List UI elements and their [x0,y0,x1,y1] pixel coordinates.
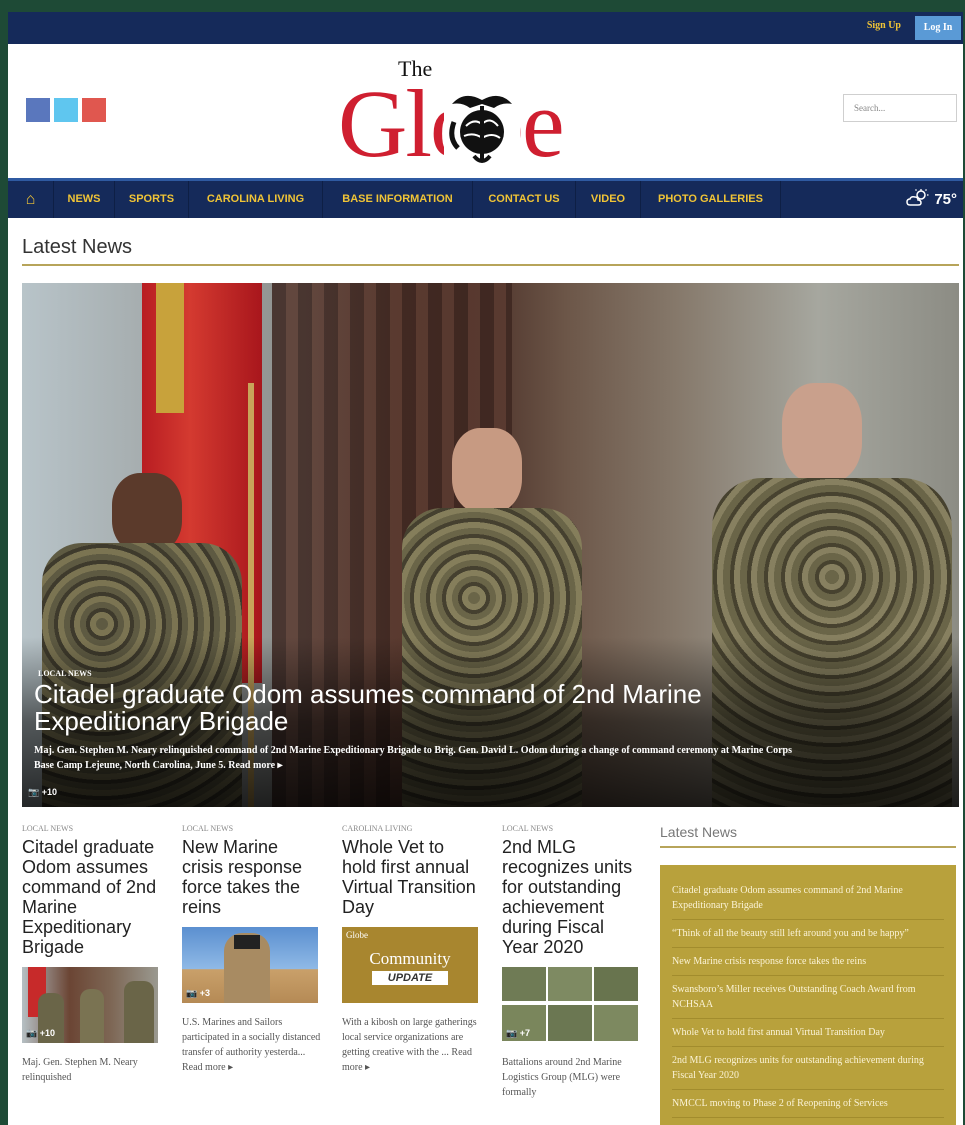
site-header: The Globe Search... [8,44,963,178]
community-update-logo: Globe [346,930,368,940]
nav-item-contact-us[interactable]: CONTACT US [473,181,576,218]
nav-item-video[interactable]: VIDEO [576,181,641,218]
article-headline[interactable]: New Marine crisis response force takes t… [182,837,322,917]
community-update-line1: Community [369,949,451,968]
home-icon[interactable]: ⌂ [8,181,54,218]
nav-item-news[interactable]: NEWS [54,181,115,218]
main-nav: ⌂ NEWS SPORTS CAROLINA LIVING BASE INFOR… [8,178,963,218]
article-photo-count-value: +7 [519,1028,530,1038]
sidebar-news-link[interactable]: New Marine crisis response force takes t… [672,948,944,976]
sidebar-news-link[interactable]: “Think of all the beauty still left arou… [672,920,944,948]
article-photo-count: 📷 +10 [26,1028,55,1039]
article-photo-count: 📷 +7 [506,1028,530,1039]
sidebar-title: Latest News [660,824,738,840]
log-in-button[interactable]: Log In [915,16,961,40]
hero-summary: Maj. Gen. Stephen M. Neary relinquished … [34,745,792,771]
camera-icon: 📷 [26,1028,38,1038]
sidebar-news-link[interactable]: Swansboro’s Miller receives Outstanding … [672,976,944,1019]
sign-up-link[interactable]: Sign Up [867,20,901,31]
article-headline[interactable]: Citadel graduate Odom assumes command of… [22,837,162,957]
camera-icon: 📷 [28,787,40,797]
article-photo-count: 📷 +3 [186,988,210,999]
article-excerpt: With a kibosh on large gatherings local … [342,1017,477,1073]
article-card: LOCAL NEWS New Marine crisis response fo… [182,824,322,1075]
article-card: CAROLINA LIVING Whole Vet to hold first … [342,824,482,1075]
section-divider [22,264,959,266]
nav-item-carolina-living[interactable]: CAROLINA LIVING [189,181,323,218]
article-category-tag[interactable]: LOCAL NEWS [22,824,162,833]
hero-photo-count-value: +10 [41,787,58,797]
section-title: Latest News [22,236,133,258]
hero-category-tag[interactable]: LOCAL NEWS [38,669,92,678]
weather-widget: 75° [906,181,957,218]
article-headline[interactable]: Whole Vet to hold first annual Virtual T… [342,837,482,917]
sidebar-latest-news-list: Citadel graduate Odom assumes command of… [660,865,956,1125]
nav-item-photo-galleries[interactable]: PHOTO GALLERIES [641,181,781,218]
facebook-icon[interactable] [26,98,50,122]
article-card: LOCAL NEWS 2nd MLG recognizes units for … [502,824,642,1100]
article-headline[interactable]: 2nd MLG recognizes units for outstanding… [502,837,642,957]
social-links [26,98,106,122]
article-thumbnail[interactable]: 📷 +7 [502,967,638,1043]
article-category-tag[interactable]: CAROLINA LIVING [342,824,482,833]
sidebar-news-link[interactable]: Citadel graduate Odom assumes command of… [672,877,944,920]
search-input[interactable]: Search... [843,94,957,122]
twitter-icon[interactable] [54,98,78,122]
sidebar-news-link[interactable]: Whole Vet to hold first annual Virtual T… [672,1019,944,1047]
article-category-tag[interactable]: LOCAL NEWS [182,824,322,833]
article-excerpt: U.S. Marines and Sailors participated in… [182,1017,321,1073]
article-thumbnail[interactable]: Globe Community UPDATE [342,927,478,1003]
google-plus-icon[interactable] [82,98,106,122]
article-excerpt: Maj. Gen. Stephen M. Neary relinquished [22,1057,138,1083]
sidebar-news-link[interactable]: 2nd MLG recognizes units for outstanding… [672,1047,944,1090]
sidebar-news-link[interactable]: NMCCL moving to Phase 2 of Reopening of … [672,1090,944,1118]
article-thumbnail[interactable]: 📷 +10 [22,967,158,1043]
article-photo-count-value: +10 [39,1028,56,1038]
nav-item-sports[interactable]: SPORTS [115,181,189,218]
top-utility-bar: Sign Up Log In [8,12,963,44]
hero-story[interactable]: LOCAL NEWS Citadel graduate Odom assumes… [22,283,959,807]
article-category-tag[interactable]: LOCAL NEWS [502,824,642,833]
hero-photo-count[interactable]: 📷 +10 [28,787,57,798]
page-frame: Sign Up Log In The Globe Search... ⌂ NEW… [8,12,963,1125]
community-update-line2: UPDATE [372,971,448,985]
hero-headline[interactable]: Citadel graduate Odom assumes command of… [34,681,854,735]
article-excerpt: Battalions around 2nd Marine Logistics G… [502,1057,622,1098]
sidebar-divider [660,846,956,848]
camera-icon: 📷 [506,1028,518,1038]
article-thumbnail[interactable]: 📷 +3 [182,927,318,1003]
eagle-globe-anchor-icon [444,86,520,166]
site-logo[interactable]: The Globe [338,54,638,172]
nav-item-base-information[interactable]: BASE INFORMATION [323,181,473,218]
weather-temp: 75° [934,191,957,208]
partly-cloudy-icon [906,189,929,206]
camera-icon: 📷 [186,988,198,998]
article-card: LOCAL NEWS Citadel graduate Odom assumes… [22,824,162,1085]
article-photo-count-value: +3 [199,988,210,998]
